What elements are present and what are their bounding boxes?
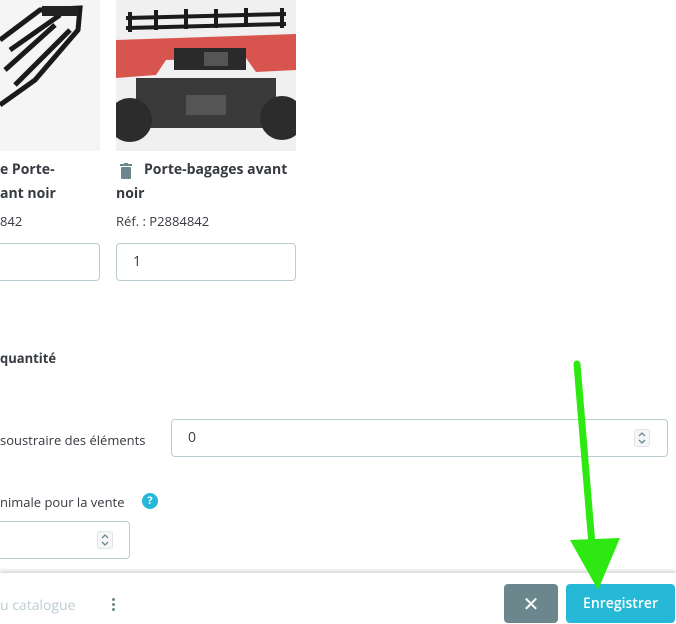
kebab-menu-icon[interactable] (112, 596, 115, 613)
product-image-right (116, 0, 296, 151)
back-to-catalog-link[interactable]: u catalogue (0, 596, 75, 615)
subtract-items-label: soustraire des éléments (0, 431, 146, 449)
product-reference-right: Réf. : P2884842 (116, 212, 210, 230)
quantity-input-right[interactable]: 1 (116, 243, 296, 281)
cancel-button[interactable]: ✕ (504, 584, 558, 623)
stepper-icon[interactable] (97, 531, 113, 549)
annotation-arrow-icon (570, 360, 620, 590)
product-name-left: e Porte- ant noir (0, 160, 56, 203)
quantity-input-left[interactable] (0, 243, 100, 281)
product-image-left (0, 0, 100, 151)
trash-icon[interactable] (120, 163, 132, 179)
subtract-items-value: 0 (188, 428, 197, 447)
product-name-right: Porte-bagages avant noir (116, 160, 288, 203)
close-icon: ✕ (522, 590, 540, 617)
stepper-icon[interactable] (634, 429, 650, 447)
min-sale-quantity-label: nimale pour la vente (0, 493, 125, 511)
min-sale-quantity-input[interactable] (0, 521, 130, 559)
product-reference-left: 842 (0, 212, 23, 230)
quantity-section-title: quantité (0, 349, 57, 367)
question-circle-icon[interactable]: ? (142, 493, 158, 509)
